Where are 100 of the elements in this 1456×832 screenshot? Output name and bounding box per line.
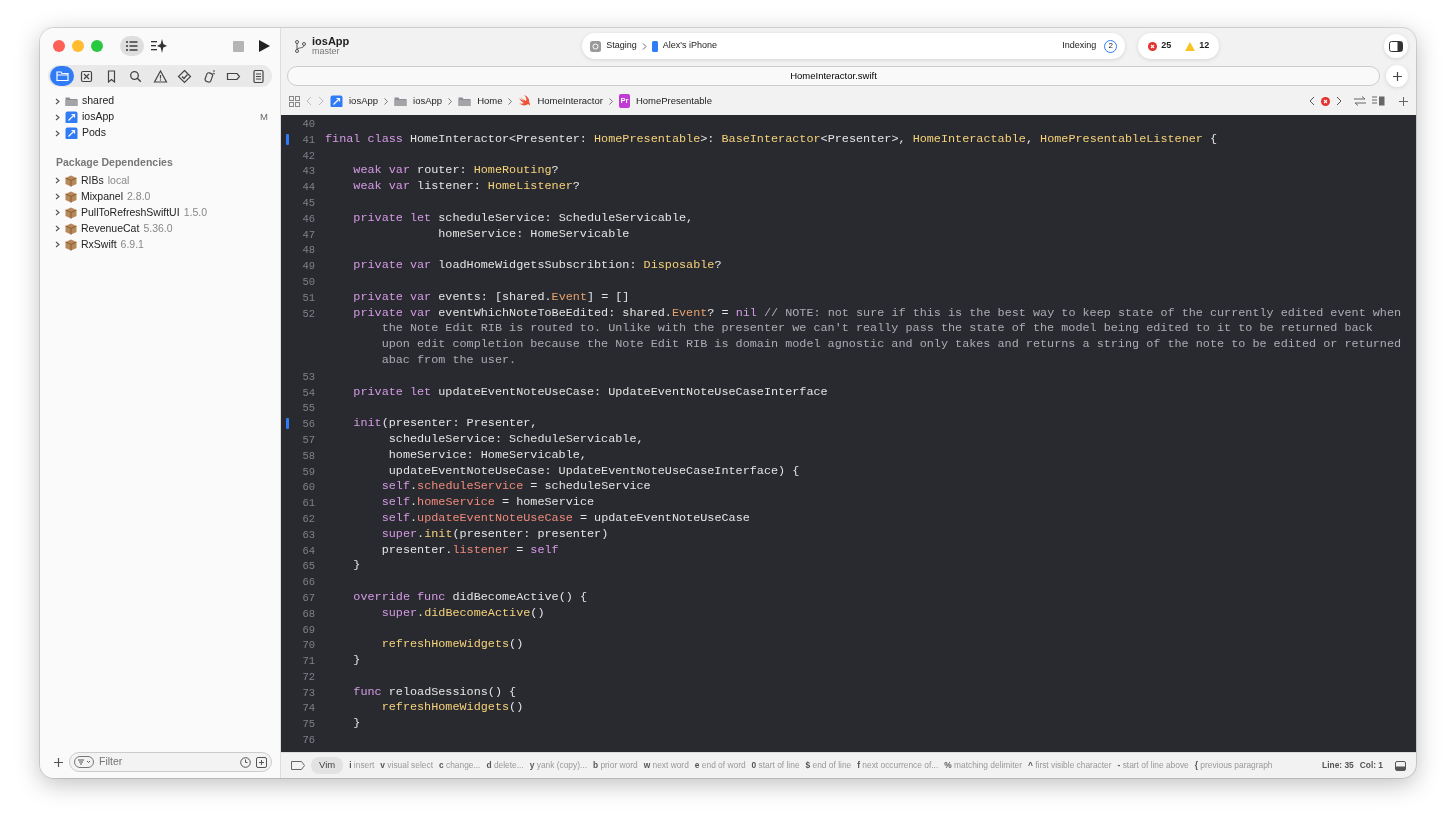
line-number: 44 (301, 181, 316, 195)
vim-hint: w next word (643, 759, 689, 772)
sidebar-toggle-icon[interactable] (120, 36, 144, 56)
run-icon[interactable] (259, 40, 270, 52)
branch-icon (295, 39, 306, 53)
cursor-line: Line: 35 (1322, 759, 1354, 772)
code-line: homeService: HomeServicable, (387, 447, 588, 464)
line-number: 76 (301, 734, 316, 748)
code-line: homeService: HomeServicable (437, 226, 631, 243)
app-icon (65, 127, 78, 139)
branch-name: master (312, 47, 340, 57)
breadcrumb-item[interactable]: iosApp (349, 93, 379, 109)
package-name[interactable]: RevenueCat (81, 220, 140, 237)
code-line: scheduleService: ScheduleServicable, (387, 431, 645, 448)
line-number: 52 (301, 307, 316, 321)
tree-item-label[interactable]: iosApp (82, 109, 115, 125)
x-box-icon (79, 68, 94, 84)
line-number: 49 (301, 260, 316, 274)
add-tab-button[interactable] (1386, 65, 1408, 87)
forward-icon[interactable] (1336, 96, 1342, 106)
activity-label: Indexing (1062, 39, 1097, 53)
package-name[interactable]: Mixpanel (81, 188, 124, 205)
line-number: 61 (301, 497, 316, 511)
issues-bar[interactable]: 25 12 (1138, 33, 1220, 59)
vim-hint: c change... (438, 759, 481, 772)
filter-input[interactable]: Filter (99, 754, 235, 770)
vim-hint: y yank (copy)... (529, 759, 587, 772)
chevron-icon[interactable] (54, 177, 61, 185)
warning-icon (152, 68, 168, 84)
line-number: 40 (301, 118, 316, 131)
device-name[interactable]: Alex's iPhone (662, 39, 718, 53)
panel-icon[interactable] (1395, 760, 1406, 771)
code-line: init(presenter: Presenter, (352, 416, 539, 432)
mode-badge: Vim (311, 757, 344, 774)
code-line: refreshHomeWidgets() (380, 637, 525, 654)
line-number: 42 (301, 149, 316, 163)
code-line: final class HomeInteractor<Presenter: HomePresentable>: BaseInteractor<Presenter>, HomeInteractable, HomePresentableListener { (325, 131, 1219, 148)
code-line: private let scheduleService: ScheduleServicable, (352, 210, 695, 227)
vim-hint: 0 start of line (751, 759, 800, 772)
package-icon (65, 206, 77, 219)
project-name: iosApp (312, 35, 350, 48)
warning-icon (1185, 41, 1196, 51)
breadcrumb-item[interactable]: HomePresentable (635, 93, 712, 109)
line-number: 62 (301, 512, 316, 526)
chevron-icon[interactable] (54, 225, 61, 233)
folder-icon (54, 68, 70, 84)
line-number: 72 (301, 670, 316, 684)
clock-icon[interactable] (240, 756, 251, 768)
filter-field[interactable]: Filter (69, 752, 272, 772)
editor-tab[interactable]: HomeInteractor.swift (287, 66, 1380, 86)
folder-icon (458, 95, 472, 107)
scheme-icon (590, 40, 602, 52)
package-version: 1.5.0 (183, 204, 207, 220)
chevron-icon[interactable] (54, 97, 61, 105)
package-version: 6.9.1 (120, 236, 144, 252)
diamond-check-icon (177, 68, 192, 84)
tag-icon[interactable] (291, 761, 305, 770)
close-button[interactable] (53, 40, 65, 52)
scheme-name[interactable]: Staging (606, 39, 637, 53)
code-line: } (352, 558, 362, 575)
breadcrumb-item[interactable]: HomeInteractor (537, 93, 603, 109)
code-line: weak var router: HomeRouting? (352, 163, 560, 180)
back-icon[interactable] (1309, 96, 1315, 106)
folder-icon (65, 95, 78, 107)
add-icon[interactable] (54, 757, 63, 767)
line-number: 41 (301, 133, 316, 147)
chevron-icon[interactable] (54, 241, 61, 249)
package-name[interactable]: RxSwift (81, 236, 117, 253)
app-icon (65, 111, 78, 123)
vim-hint: % matching delimiter (944, 759, 1022, 772)
add-icon[interactable] (1399, 96, 1408, 106)
minimap-icon[interactable] (1372, 96, 1385, 106)
spray-can-icon (201, 68, 217, 84)
code-line: refreshHomeWidgets() (380, 700, 525, 717)
sidebar-right-icon (1389, 40, 1403, 52)
code-box-icon[interactable] (256, 756, 267, 768)
package-name[interactable]: PullToRefreshSwiftUI (81, 204, 180, 221)
breadcrumb-item[interactable]: Home (477, 93, 503, 109)
sparkle-icon[interactable] (151, 39, 167, 53)
chevron-icon[interactable] (54, 129, 61, 137)
code-line: self.scheduleService = scheduleService (380, 479, 652, 496)
tree-item-label[interactable]: shared (82, 93, 115, 109)
package-name[interactable]: RIBs (81, 172, 104, 189)
chevron-icon[interactable] (54, 209, 61, 217)
grid-icon[interactable] (289, 95, 300, 107)
chevron-icon[interactable] (54, 113, 61, 121)
line-number: 54 (301, 386, 316, 400)
phone-icon (651, 40, 658, 52)
tree-item-label[interactable]: Pods (82, 125, 106, 141)
line-number: 75 (301, 718, 316, 732)
folder-icon (394, 95, 408, 107)
inspector-button[interactable] (1384, 34, 1408, 58)
vim-hint: f next occurrence of... (857, 759, 939, 772)
navigator-tab[interactable] (50, 66, 74, 86)
breadcrumb-item[interactable]: iosApp (413, 93, 443, 109)
chevron-icon[interactable] (54, 193, 61, 201)
error-icon[interactable] (1321, 96, 1330, 106)
swap-arrows-icon[interactable] (1354, 96, 1366, 106)
document-icon (250, 68, 266, 84)
chevron-icon (384, 97, 389, 105)
